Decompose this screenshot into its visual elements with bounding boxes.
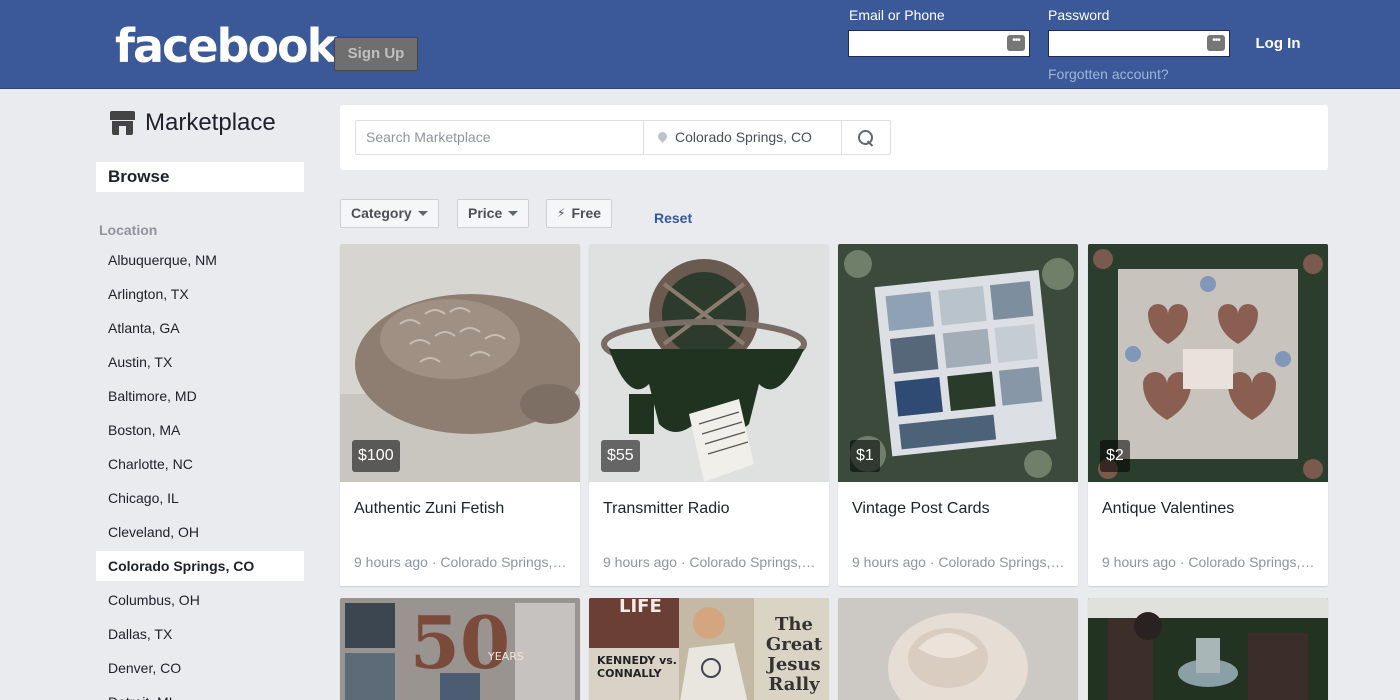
location-value: Colorado Springs, CO xyxy=(675,129,812,145)
listing-photo[interactable]: $100 xyxy=(340,244,580,482)
search-input[interactable]: Search Marketplace xyxy=(356,121,644,154)
location-item[interactable]: Atlanta, GA xyxy=(96,311,304,345)
listing-meta: 9 hours ago · Colorado Springs, CO xyxy=(603,554,818,570)
price-badge: $1 xyxy=(850,440,880,472)
listing-card[interactable]: $55 Transmitter Radio 9 hours ago · Colo… xyxy=(589,244,829,586)
listing-card[interactable]: $1 Vintage Post Cards 9 hours ago · Colo… xyxy=(838,244,1078,586)
location-item[interactable]: Albuquerque, NM xyxy=(96,243,304,277)
location-item[interactable]: Chicago, IL xyxy=(96,481,304,515)
free-label: Free xyxy=(571,205,602,221)
listing-photo[interactable] xyxy=(838,598,1078,700)
price-filter-button[interactable]: Price xyxy=(457,199,530,228)
free-filter-button[interactable]: ⚡ Free xyxy=(546,199,613,228)
location-item[interactable]: Detroit, MI xyxy=(96,685,304,700)
card-graphic-text: YEARS xyxy=(487,650,524,663)
card-graphic-text: Rally xyxy=(768,674,820,695)
location-item[interactable]: Austin, TX xyxy=(96,345,304,379)
email-label: Email or Phone xyxy=(849,7,945,23)
listing-photo[interactable]: LIFE KENNEDY vs. CONNALLY The Great Jesu… xyxy=(589,598,829,700)
listing-title[interactable]: Transmitter Radio xyxy=(603,500,818,518)
listing-photo[interactable]: 50 YEARS xyxy=(340,598,580,700)
card-graphic-text: KENNEDY vs. xyxy=(597,654,677,667)
password-manager-icon[interactable]: ••• xyxy=(1007,35,1025,51)
listing-photo[interactable]: $55 xyxy=(589,244,829,482)
email-field[interactable]: ••• xyxy=(848,30,1030,57)
card-graphic-text: The xyxy=(775,614,813,635)
location-item[interactable]: Cleveland, OH xyxy=(96,515,304,549)
location-heading: Location xyxy=(99,222,158,238)
listing-meta: 9 hours ago · Colorado Springs, CO xyxy=(852,554,1067,570)
listing-meta: 9 hours ago · Colorado Springs, CO xyxy=(354,554,569,570)
price-label: Price xyxy=(468,205,503,221)
chevron-down-icon xyxy=(508,211,519,216)
facebook-logo[interactable]: facebook xyxy=(115,16,337,76)
marketplace-title[interactable]: Marketplace xyxy=(110,108,276,138)
category-filter-button[interactable]: Category xyxy=(340,199,439,228)
password-manager-icon[interactable]: ••• xyxy=(1207,35,1225,51)
location-pin-icon xyxy=(658,132,667,144)
card-graphic-text: CONNALLY xyxy=(597,667,663,680)
search-button[interactable] xyxy=(842,121,890,154)
price-badge: $2 xyxy=(1100,440,1130,472)
listing-photo[interactable] xyxy=(1088,598,1328,700)
password-field[interactable]: ••• xyxy=(1048,30,1230,57)
location-item-active[interactable]: Colorado Springs, CO xyxy=(96,551,304,581)
listing-card[interactable]: 50 YEARS xyxy=(340,598,580,700)
listing-card[interactable] xyxy=(838,598,1078,700)
listing-card[interactable]: LIFE KENNEDY vs. CONNALLY The Great Jesu… xyxy=(589,598,829,700)
location-item[interactable]: Dallas, TX xyxy=(96,617,304,651)
card-graphic-text: LIFE xyxy=(619,598,662,617)
search-icon xyxy=(858,129,874,146)
listing-card[interactable] xyxy=(1088,598,1328,700)
listing-title[interactable]: Vintage Post Cards xyxy=(852,500,1067,518)
price-badge: $55 xyxy=(601,440,640,472)
reset-link[interactable]: Reset xyxy=(654,210,692,226)
listing-photo[interactable]: $1 xyxy=(838,244,1078,482)
sign-up-button[interactable]: Sign Up xyxy=(334,37,418,71)
search-bar: Search Marketplace Colorado Springs, CO xyxy=(355,120,891,155)
listing-title[interactable]: Authentic Zuni Fetish xyxy=(354,500,569,518)
category-label: Category xyxy=(351,205,412,221)
browse-nav-item[interactable]: Browse xyxy=(96,162,304,192)
listing-meta: 9 hours ago · Colorado Springs, CO xyxy=(1102,554,1317,570)
card-graphic-text: Great xyxy=(766,634,823,655)
log-in-button[interactable]: Log In xyxy=(1248,30,1308,58)
location-item[interactable]: Arlington, TX xyxy=(96,277,304,311)
store-icon xyxy=(110,111,135,135)
location-list: Albuquerque, NM Arlington, TX Atlanta, G… xyxy=(96,243,304,700)
location-item[interactable]: Baltimore, MD xyxy=(96,379,304,413)
listing-photo[interactable]: $2 xyxy=(1088,244,1328,482)
marketplace-label: Marketplace xyxy=(145,109,276,136)
chevron-down-icon xyxy=(417,211,428,216)
listing-card[interactable]: $2 Antique Valentines 9 hours ago · Colo… xyxy=(1088,244,1328,586)
listing-card[interactable]: $100 Authentic Zuni Fetish 9 hours ago ·… xyxy=(340,244,580,586)
lightning-icon: ⚡ xyxy=(557,206,566,220)
password-label: Password xyxy=(1048,7,1110,23)
card-graphic-text: Jesus xyxy=(765,654,820,675)
search-panel: Search Marketplace Colorado Springs, CO xyxy=(340,105,1328,170)
forgotten-account-link[interactable]: Forgotten account? xyxy=(1048,66,1169,82)
location-item[interactable]: Boston, MA xyxy=(96,413,304,447)
location-item[interactable]: Columbus, OH xyxy=(96,583,304,617)
listing-title[interactable]: Antique Valentines xyxy=(1102,500,1317,518)
price-badge: $100 xyxy=(352,440,400,472)
location-item[interactable]: Denver, CO xyxy=(96,651,304,685)
top-bar: facebook Sign Up Email or Phone ••• Pass… xyxy=(0,0,1400,89)
location-picker[interactable]: Colorado Springs, CO xyxy=(644,121,842,154)
location-item[interactable]: Charlotte, NC xyxy=(96,447,304,481)
card-graphic-text: 50 xyxy=(410,600,510,685)
